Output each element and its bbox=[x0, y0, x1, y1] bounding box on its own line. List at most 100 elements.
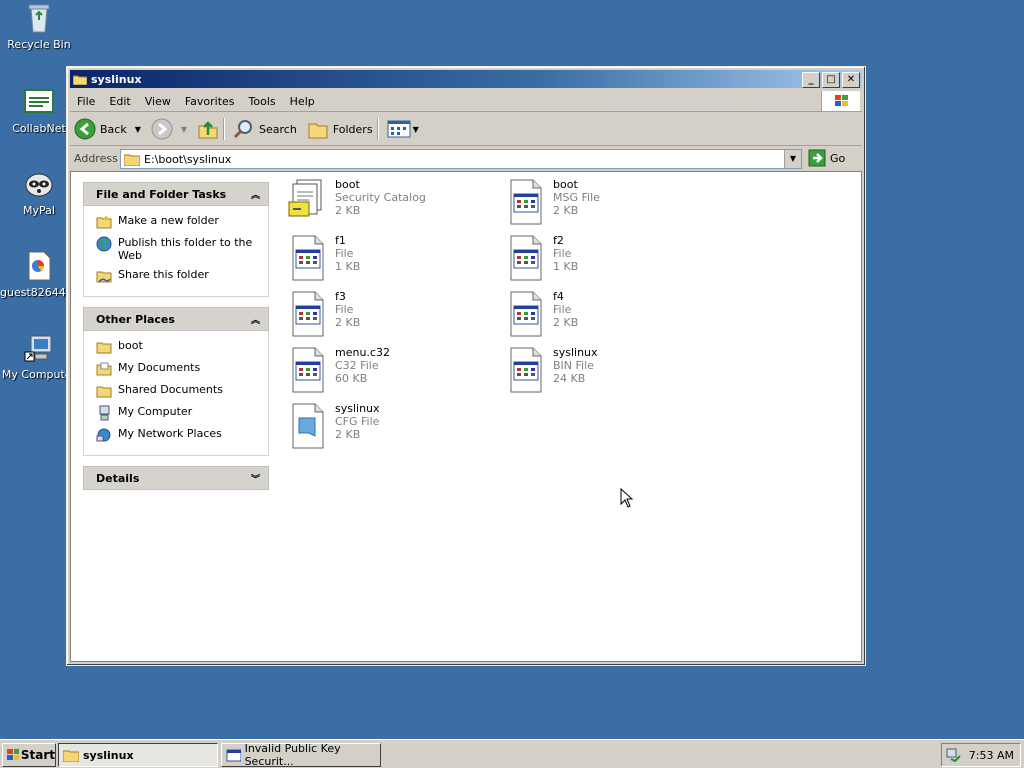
new-folder-icon bbox=[96, 215, 112, 229]
file-size: 2 KB bbox=[335, 428, 361, 441]
close-button[interactable]: ✕ bbox=[842, 72, 860, 88]
place-label: boot bbox=[118, 339, 143, 352]
menu-help[interactable]: Help bbox=[283, 95, 322, 108]
file-size: 2 KB bbox=[335, 204, 361, 217]
file-item[interactable]: syslinux CFG File 2 KB bbox=[287, 402, 497, 450]
generic-file-icon bbox=[505, 234, 547, 282]
task-publish-folder[interactable]: Publish this folder to the Web bbox=[96, 236, 258, 262]
details-panel: Details ︾ bbox=[83, 466, 269, 490]
address-label: Address bbox=[74, 151, 118, 165]
file-size: 1 KB bbox=[553, 260, 579, 273]
file-name: f3 bbox=[335, 290, 346, 303]
place-label: My Documents bbox=[118, 361, 201, 374]
place-shared-documents[interactable]: Shared Documents bbox=[96, 383, 258, 399]
file-size: 2 KB bbox=[335, 316, 361, 329]
taskbar-item-syslinux[interactable]: syslinux bbox=[58, 743, 218, 767]
place-my-computer[interactable]: My Computer bbox=[96, 405, 258, 421]
file-item[interactable]: boot Security Catalog 2 KB bbox=[287, 178, 497, 226]
file-item[interactable]: boot MSG File 2 KB bbox=[505, 178, 715, 226]
task-make-new-folder[interactable]: Make a new folder bbox=[96, 214, 258, 230]
clock[interactable]: 7:53 AM bbox=[969, 749, 1014, 762]
search-button[interactable]: Search bbox=[233, 118, 297, 140]
up-folder-button[interactable] bbox=[197, 118, 219, 140]
address-dropdown-button[interactable]: ▼ bbox=[784, 150, 801, 168]
menu-favorites[interactable]: Favorites bbox=[178, 95, 242, 108]
file-size: 60 KB bbox=[335, 372, 368, 385]
network-tray-icon[interactable] bbox=[945, 747, 961, 763]
folders-icon bbox=[308, 123, 328, 139]
file-size: 2 KB bbox=[553, 204, 579, 217]
documents-folder-icon bbox=[96, 362, 112, 376]
share-folder-icon bbox=[96, 271, 112, 283]
folders-button[interactable]: Folders bbox=[307, 118, 373, 140]
minimize-button[interactable]: _ bbox=[802, 72, 820, 88]
network-icon bbox=[96, 428, 111, 442]
panel-title: Details bbox=[96, 471, 140, 485]
file-item[interactable]: syslinux BIN File 24 KB bbox=[505, 346, 715, 394]
views-icon bbox=[387, 120, 411, 138]
panel-header[interactable]: Other Places ︽ bbox=[83, 307, 269, 331]
collapse-chevron-icon[interactable]: ︽ bbox=[251, 313, 260, 326]
panel-header[interactable]: File and Folder Tasks ︽ bbox=[83, 182, 269, 206]
forward-button[interactable]: ▼ bbox=[151, 118, 187, 140]
file-type: File bbox=[553, 303, 572, 316]
menu-tools[interactable]: Tools bbox=[242, 95, 283, 108]
file-type: MSG File bbox=[553, 191, 600, 204]
file-item[interactable]: menu.c32 C32 File 60 KB bbox=[287, 346, 497, 394]
taskbar-item-invalid-public-key[interactable]: Invalid Public Key Securit... bbox=[221, 742, 381, 768]
collabnet-icon bbox=[23, 86, 55, 118]
file-name: boot bbox=[553, 178, 578, 191]
back-button[interactable]: Back ▼ bbox=[74, 118, 141, 140]
collapse-chevron-icon[interactable]: ︽ bbox=[251, 188, 260, 201]
document-icon bbox=[23, 250, 55, 282]
file-name: f1 bbox=[335, 234, 346, 247]
file-type: File bbox=[553, 247, 572, 260]
start-button[interactable]: Start bbox=[2, 743, 56, 767]
security-catalog-icon bbox=[287, 178, 329, 226]
file-type: C32 File bbox=[335, 359, 379, 372]
generic-file-icon bbox=[287, 346, 329, 394]
taskbar: Start syslinux Invalid Public Key Securi… bbox=[0, 739, 1024, 768]
chevron-down-icon[interactable]: ▼ bbox=[181, 125, 187, 134]
place-my-documents[interactable]: My Documents bbox=[96, 361, 258, 377]
address-input[interactable]: E:\boot\syslinux ▼ bbox=[120, 149, 802, 169]
file-name: f2 bbox=[553, 234, 564, 247]
computer-icon bbox=[99, 405, 110, 421]
folder-icon bbox=[124, 154, 140, 166]
expand-chevron-icon[interactable]: ︾ bbox=[251, 472, 260, 485]
taskbar-item-label: syslinux bbox=[83, 748, 134, 762]
menu-bar: File Edit View Favorites Tools Help bbox=[70, 91, 862, 112]
up-folder-icon bbox=[198, 121, 218, 139]
chevron-down-icon[interactable]: ▼ bbox=[135, 125, 141, 134]
file-item[interactable]: f4 File 2 KB bbox=[505, 290, 715, 338]
window-icon bbox=[226, 749, 241, 761]
generic-file-icon bbox=[505, 178, 547, 226]
place-boot[interactable]: boot bbox=[96, 339, 258, 355]
shared-folder-icon bbox=[96, 386, 112, 398]
desktop-icon-recycle-bin[interactable]: Recycle Bin bbox=[0, 2, 78, 51]
chevron-down-icon: ▼ bbox=[412, 124, 419, 134]
file-item[interactable]: f3 File 2 KB bbox=[287, 290, 497, 338]
menu-file[interactable]: File bbox=[70, 95, 102, 108]
panel-header[interactable]: Details ︾ bbox=[83, 466, 269, 490]
file-type: File bbox=[335, 247, 354, 260]
file-item[interactable]: f1 File 1 KB bbox=[287, 234, 497, 282]
place-my-network-places[interactable]: My Network Places bbox=[96, 427, 258, 443]
taskbar-item-label: Invalid Public Key Securit... bbox=[244, 742, 341, 768]
maximize-button[interactable]: □ bbox=[822, 72, 840, 88]
toolbar-separator bbox=[376, 118, 379, 140]
start-label: Start bbox=[20, 748, 55, 762]
views-button[interactable]: ▼ bbox=[387, 119, 419, 139]
menu-view[interactable]: View bbox=[138, 95, 178, 108]
folder-icon bbox=[63, 750, 79, 762]
desktop-icon-label: Recycle Bin bbox=[7, 38, 71, 51]
recycle-bin-icon bbox=[23, 2, 55, 34]
go-button[interactable]: Go bbox=[808, 149, 845, 167]
menu-edit[interactable]: Edit bbox=[102, 95, 137, 108]
file-item[interactable]: f2 File 1 KB bbox=[505, 234, 715, 282]
file-size: 1 KB bbox=[335, 260, 361, 273]
file-name: menu.c32 bbox=[335, 346, 390, 359]
title-bar[interactable]: syslinux _ □ ✕ bbox=[70, 70, 862, 88]
search-icon bbox=[233, 120, 253, 139]
task-share-folder[interactable]: Share this folder bbox=[96, 268, 258, 284]
